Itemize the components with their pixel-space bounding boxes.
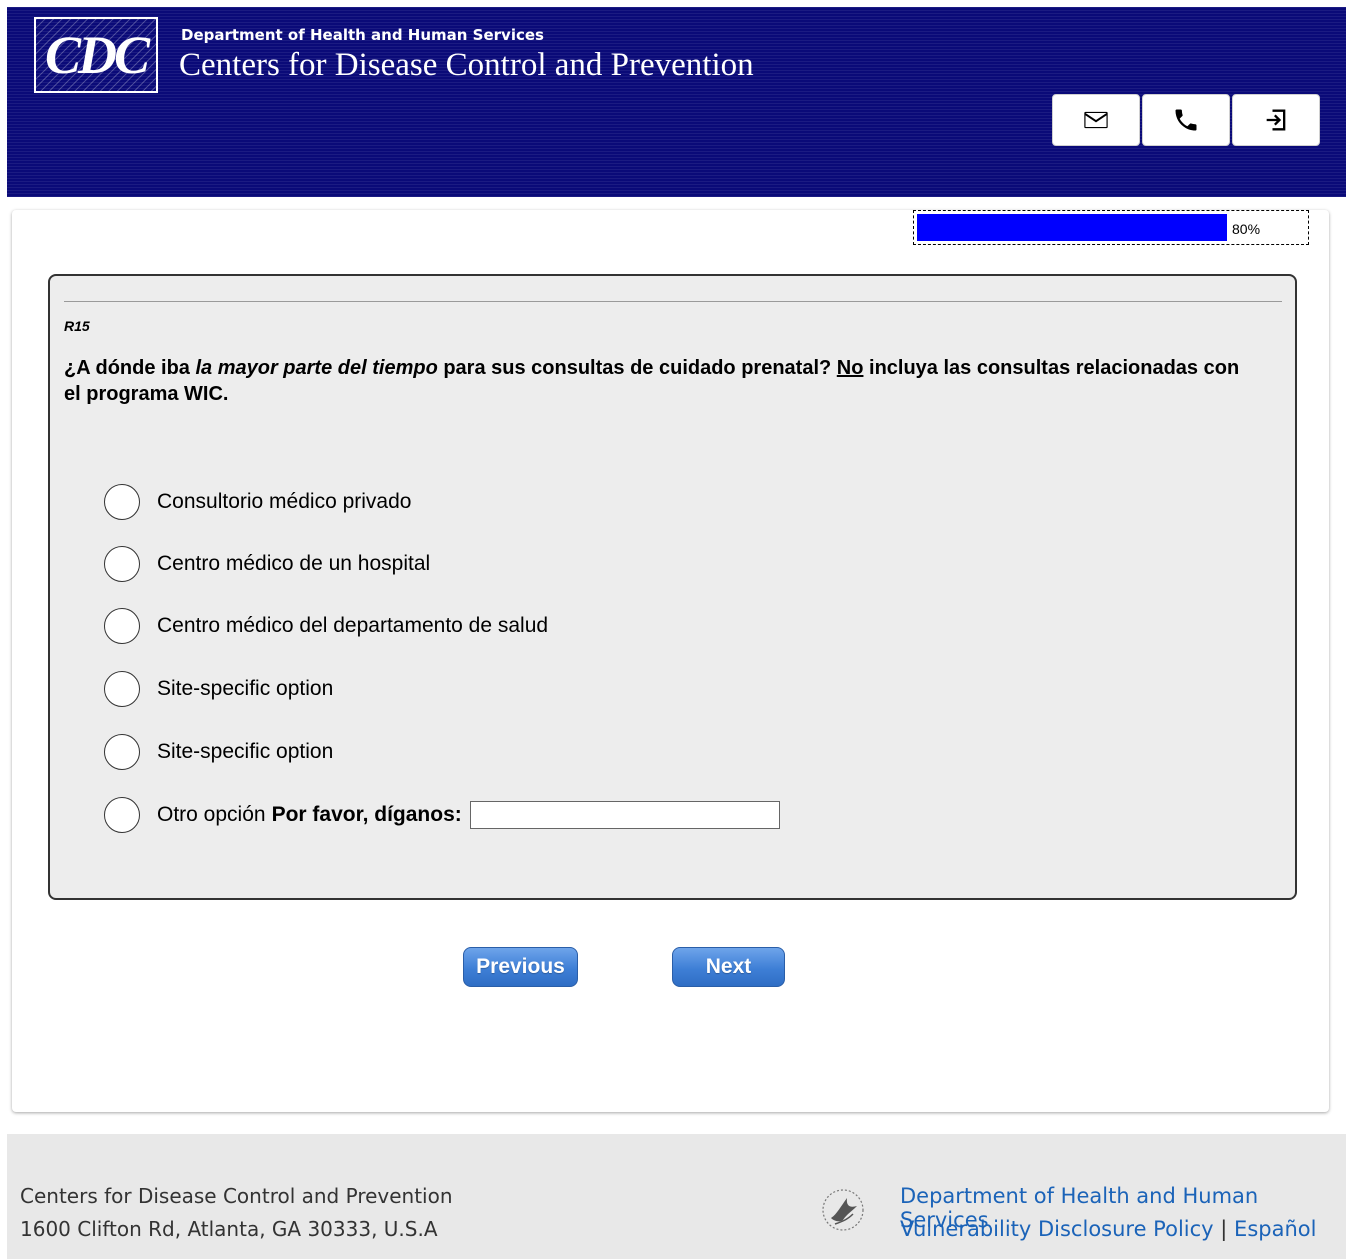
progress-fill bbox=[917, 214, 1227, 241]
department-name: Department of Health and Human Services bbox=[181, 26, 544, 44]
phone-icon bbox=[1175, 109, 1197, 131]
agency-name: Centers for Disease Control and Preventi… bbox=[179, 47, 754, 83]
footer-separator: | bbox=[1220, 1217, 1228, 1241]
question-panel: R15 ¿A dónde iba la mayor parte del tiem… bbox=[48, 274, 1297, 900]
question-text: ¿A dónde iba la mayor parte del tiempo p… bbox=[64, 355, 1244, 407]
phone-button[interactable] bbox=[1142, 94, 1230, 146]
option-private-office[interactable]: Consultorio médico privado bbox=[104, 482, 411, 522]
progress-label: 80% bbox=[1232, 221, 1261, 237]
question-text-part2: para sus consultas de cuidado prenatal? bbox=[437, 357, 837, 379]
radio-button[interactable] bbox=[104, 797, 140, 833]
other-prompt: Por favor, díganos: bbox=[271, 803, 462, 826]
mail-icon bbox=[1084, 111, 1108, 129]
radio-button[interactable] bbox=[104, 734, 140, 770]
radio-button[interactable] bbox=[104, 608, 140, 644]
question-divider bbox=[64, 301, 1282, 302]
option-health-department[interactable]: Centro médico del departamento de salud bbox=[104, 606, 548, 646]
footer-org: Centers for Disease Control and Preventi… bbox=[20, 1184, 453, 1208]
site-header: CDC Department of Health and Human Servi… bbox=[7, 7, 1346, 197]
cdc-logo[interactable]: CDC bbox=[34, 17, 158, 93]
option-hospital-center[interactable]: Centro médico de un hospital bbox=[104, 544, 430, 584]
radio-button[interactable] bbox=[104, 546, 140, 582]
question-code: R15 bbox=[64, 318, 90, 334]
progress-bar: 80% bbox=[913, 210, 1309, 245]
question-text-underline: No bbox=[836, 357, 864, 379]
radio-button[interactable] bbox=[104, 484, 140, 520]
espanol-link[interactable]: Español bbox=[1234, 1217, 1316, 1241]
radio-button[interactable] bbox=[104, 671, 140, 707]
question-text-emphasis: la mayor parte del tiempo bbox=[195, 357, 438, 379]
footer-links: Vulnerability Disclosure Policy | Españo… bbox=[900, 1217, 1316, 1241]
footer-address: 1600 Clifton Rd, Atlanta, GA 30333, U.S.… bbox=[20, 1217, 438, 1241]
option-label: Consultorio médico privado bbox=[157, 490, 412, 513]
question-text-part1: ¿A dónde iba bbox=[64, 357, 196, 379]
hhs-eagle-icon bbox=[822, 1189, 864, 1231]
option-label: Site-specific option bbox=[157, 740, 334, 763]
exit-icon bbox=[1266, 109, 1286, 131]
option-site-specific-2[interactable]: Site-specific option bbox=[104, 732, 333, 772]
option-label: Centro médico de un hospital bbox=[157, 552, 431, 575]
exit-button[interactable] bbox=[1232, 94, 1320, 146]
option-site-specific-1[interactable]: Site-specific option bbox=[104, 669, 333, 709]
option-label: Otro opción bbox=[157, 803, 266, 826]
other-text-input[interactable] bbox=[469, 801, 780, 829]
option-label: Centro médico del departamento de salud bbox=[157, 614, 549, 637]
previous-button[interactable]: Previous bbox=[463, 947, 578, 987]
next-button[interactable]: Next bbox=[672, 947, 785, 987]
cdc-logo-text: CDC bbox=[44, 25, 150, 85]
site-footer: Centers for Disease Control and Preventi… bbox=[7, 1134, 1346, 1259]
option-label: Site-specific option bbox=[157, 677, 334, 700]
vulnerability-disclosure-link[interactable]: Vulnerability Disclosure Policy bbox=[900, 1217, 1214, 1241]
option-other[interactable]: Otro opción Por favor, díganos: bbox=[104, 795, 780, 835]
header-actions bbox=[1052, 94, 1322, 146]
email-button[interactable] bbox=[1052, 94, 1140, 146]
